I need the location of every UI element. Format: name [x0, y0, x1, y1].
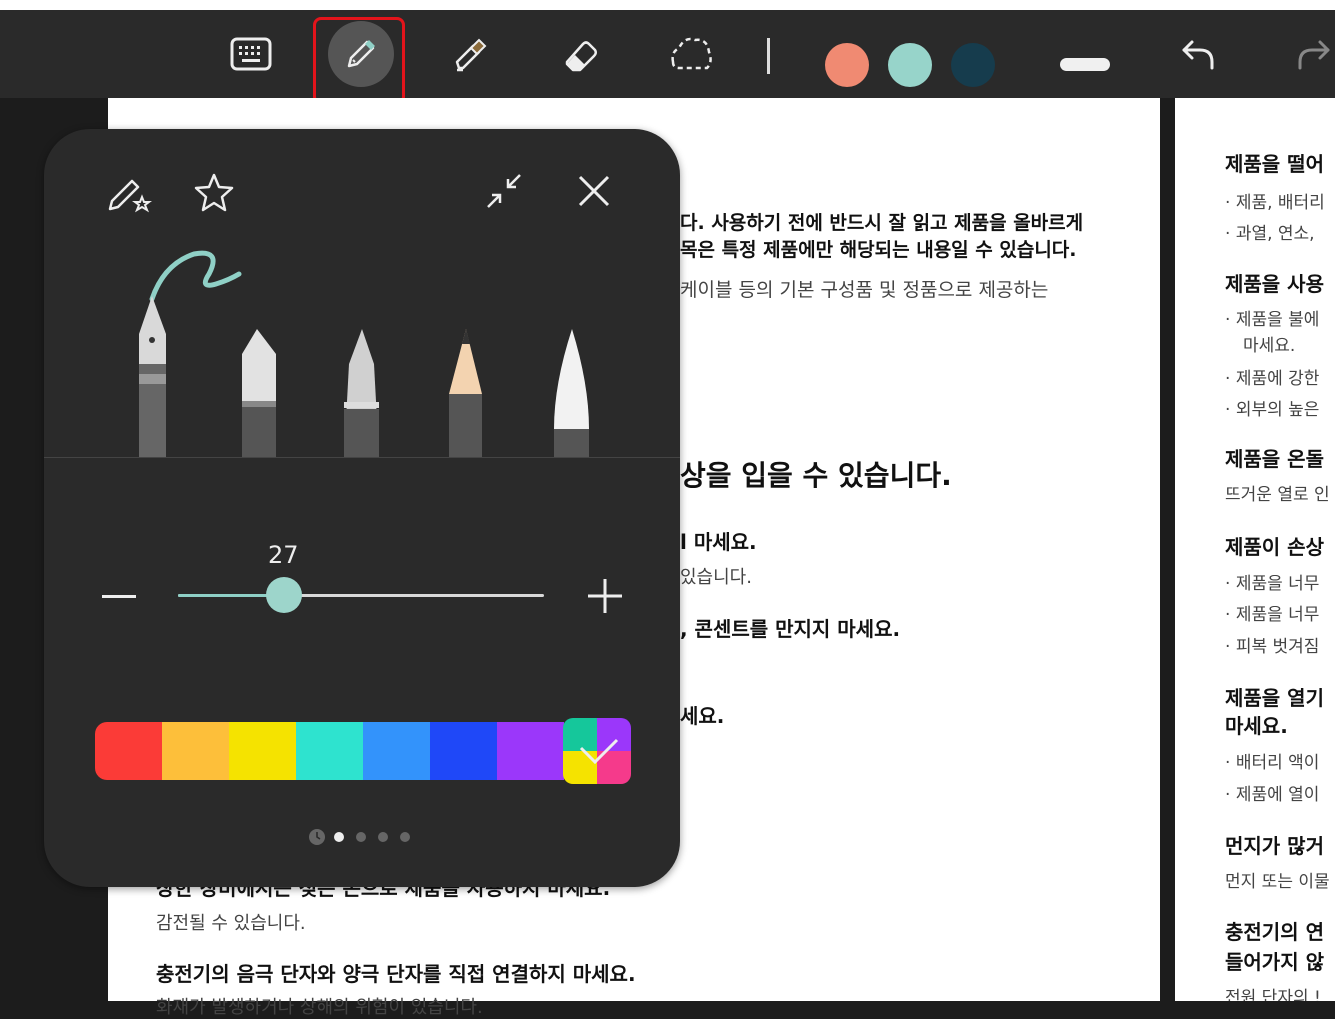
right-s2-l1b: 마세요. — [1243, 336, 1296, 356]
lasso-icon[interactable] — [657, 20, 725, 88]
pen-favorite-edit-icon[interactable] — [106, 171, 154, 219]
color-swatch-salmon[interactable] — [825, 43, 869, 87]
stroke-preview — [149, 250, 242, 302]
right-s3-desc: 뜨거운 열로 인 — [1225, 485, 1330, 505]
brush-pen-icon[interactable] — [554, 329, 589, 457]
page-gap — [1160, 98, 1175, 1001]
page-dots — [334, 832, 410, 842]
item1-desc: 있습니다. — [680, 567, 752, 588]
right-s1-bullet-1: · 제품, 배터리 — [1225, 193, 1325, 213]
item4-desc: 감전될 수 있습니다. — [156, 913, 306, 934]
intro-line-2: 목은 특정 제품에만 해당되는 내용일 수 있습니다. — [680, 239, 1077, 261]
page-dot[interactable] — [400, 832, 410, 842]
right-s2-bullet-1: · 제품을 불에 — [1225, 310, 1320, 330]
page-dot[interactable] — [356, 832, 366, 842]
toolbar-divider — [767, 38, 770, 74]
right-s2-bullet-2: · 제품에 강한 — [1225, 369, 1320, 389]
palette-color-4[interactable] — [363, 722, 430, 780]
color-palette — [95, 722, 631, 780]
right-s6-desc: 먼지 또는 이물 — [1225, 872, 1330, 892]
right-s5-l2: 제품에 열이 — [1235, 785, 1320, 805]
right-s5-title-2: 마세요. — [1225, 714, 1288, 738]
eraser-icon[interactable] — [547, 20, 615, 88]
item2-title: , 콘센트를 만지지 마세요. — [680, 617, 901, 641]
right-s7-desc: 전원 단자의 ! — [1225, 988, 1321, 1001]
selection-highlight-box — [313, 17, 405, 105]
right-s1-title: 제품을 떨어 — [1225, 152, 1324, 176]
palette-color-2[interactable] — [229, 722, 296, 780]
pens-divider — [44, 457, 680, 458]
page-dot[interactable] — [378, 832, 388, 842]
item5-title: 충전기의 음극 단자와 양극 단자를 직접 연결하지 마세요. — [156, 962, 636, 986]
palette-color-1[interactable] — [162, 722, 229, 780]
right-s4-bullet-1: · 제품을 너무 — [1225, 574, 1320, 594]
recent-clock-icon[interactable] — [308, 828, 326, 846]
right-s5-l1: 배터리 액이 — [1235, 753, 1320, 773]
custom-color-picker[interactable] — [563, 718, 631, 784]
palette-color-5[interactable] — [430, 722, 497, 780]
close-icon[interactable] — [574, 171, 614, 215]
increase-size-icon[interactable] — [586, 577, 624, 619]
page-dot[interactable] — [334, 832, 344, 842]
right-s1-bullet-2: · 과열, 연소, — [1225, 224, 1315, 244]
pen-settings-panel: 27 — [44, 129, 680, 887]
right-s2-l2: 제품에 강한 — [1235, 369, 1320, 389]
right-s1-l1: 제품, 배터리 — [1235, 193, 1325, 213]
size-slider-thumb[interactable] — [266, 577, 303, 613]
intro-line-3: 케이블 등의 기본 구성품 및 정품으로 제공하는 — [680, 279, 1049, 301]
pen-types-row — [44, 244, 680, 457]
color-swatch-mint[interactable] — [888, 43, 932, 87]
calligraphy-pen-icon[interactable] — [242, 329, 276, 457]
right-s5-bullet-2: · 제품에 열이 — [1225, 785, 1320, 805]
fountain-pen-icon[interactable] — [139, 296, 166, 457]
size-slider[interactable] — [178, 577, 544, 613]
section-heading: 상을 입을 수 있습니다. — [680, 459, 952, 492]
right-s7-title-2: 들어가지 않 — [1225, 950, 1324, 974]
right-s2-bullet-3: · 외부의 높은 — [1225, 400, 1320, 420]
palette-color-0[interactable] — [95, 722, 162, 780]
palette-color-6[interactable] — [497, 722, 564, 780]
right-s4-title: 제품이 손상 — [1225, 535, 1324, 559]
right-s5-title: 제품을 열기 — [1225, 686, 1324, 710]
right-s4-bullet-2: · 제품을 너무 — [1225, 605, 1320, 625]
right-s1-l2: 과열, 연소, — [1235, 224, 1315, 244]
right-s3-title: 제품을 온돌 — [1225, 447, 1324, 471]
right-s2-l3: 외부의 높은 — [1235, 400, 1320, 420]
document-page-right: 제품을 떨어 · 제품, 배터리 · 과열, 연소, 제품을 사용 · 제품을 … — [1175, 98, 1335, 1001]
color-swatch-navy[interactable] — [951, 43, 995, 87]
undo-icon[interactable] — [1164, 20, 1232, 88]
right-s5-bullet-1: · 배터리 액이 — [1225, 753, 1320, 773]
palette-color-3[interactable] — [296, 722, 363, 780]
right-s4-l1: 제품을 너무 — [1235, 574, 1320, 594]
star-icon[interactable] — [192, 171, 236, 219]
right-s4-l2: 제품을 너무 — [1235, 605, 1320, 625]
stroke-width-indicator[interactable] — [1060, 58, 1110, 71]
right-s2-title: 제품을 사용 — [1225, 272, 1324, 296]
right-s7-title: 충전기의 연 — [1225, 920, 1324, 944]
minimize-icon[interactable] — [484, 171, 524, 215]
item5-desc: 화재가 발생하거나 상해의 위험이 있습니다. — [156, 997, 483, 1018]
intro-line-1: 다. 사용하기 전에 반드시 잘 읽고 제품을 올바르게 — [680, 212, 1084, 234]
page-indicator — [308, 829, 410, 845]
top-strip — [0, 0, 1335, 10]
right-s4-l3: 피복 벗겨짐 — [1235, 637, 1320, 657]
ballpoint-pen-icon[interactable] — [344, 329, 379, 457]
size-value: 27 — [268, 541, 299, 569]
right-s6-title: 먼지가 많거 — [1225, 834, 1324, 858]
right-s4-bullet-3: · 피복 벗겨짐 — [1225, 637, 1320, 657]
pencil-icon[interactable] — [449, 329, 482, 457]
decrease-size-icon[interactable] — [102, 595, 136, 598]
item1-title: l 마세요. — [680, 530, 757, 554]
keyboard-icon[interactable] — [217, 20, 285, 88]
redo-icon[interactable] — [1280, 20, 1335, 88]
drawing-toolbar — [0, 10, 1335, 105]
item3-title: 세요. — [680, 704, 725, 728]
highlighter-icon[interactable] — [437, 20, 505, 88]
right-s2-l1: 제품을 불에 — [1235, 310, 1320, 330]
